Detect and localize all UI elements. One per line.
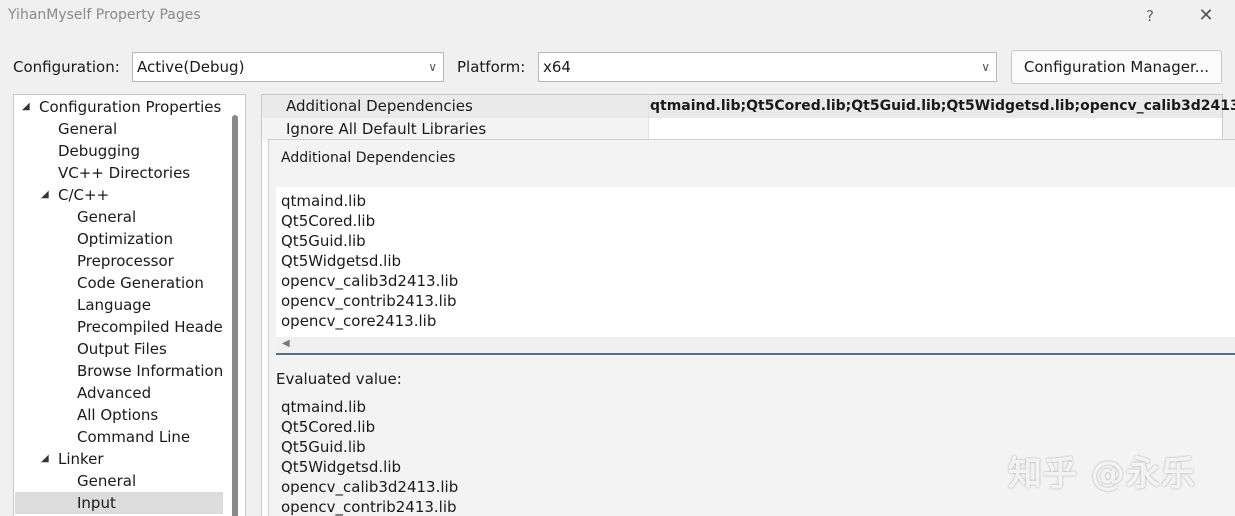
tree-item-label: Precompiled Heade bbox=[77, 318, 223, 336]
tree-item-language[interactable]: Language bbox=[77, 294, 245, 316]
dependency-line[interactable]: Qt5Guid.lib bbox=[281, 231, 366, 251]
property-name: Additional Dependencies bbox=[286, 97, 473, 115]
configuration-dropdown[interactable]: Active(Debug) ∨ bbox=[132, 52, 444, 82]
configuration-value: Active(Debug) bbox=[137, 58, 245, 76]
configuration-manager-button[interactable]: Configuration Manager... bbox=[1011, 50, 1222, 84]
tree-item-label: Browse Information bbox=[77, 362, 224, 380]
chevron-down-icon: ∨ bbox=[981, 60, 990, 74]
tree-item-label: Code Generation bbox=[77, 274, 204, 292]
tree-item-cpp[interactable]: ◢ C/C++ bbox=[14, 184, 222, 206]
tree-item-linker-general[interactable]: General bbox=[77, 470, 245, 492]
tree-item-label: Output Files bbox=[77, 340, 167, 358]
tree-item-preprocessor[interactable]: Preprocessor bbox=[77, 250, 245, 272]
dependency-line[interactable]: Qt5Cored.lib bbox=[281, 211, 375, 231]
tree-item-advanced[interactable]: Advanced bbox=[77, 382, 245, 404]
tree-item-label: Language bbox=[77, 296, 152, 314]
tree-item-label: Configuration Properties bbox=[39, 98, 222, 116]
configuration-row: Configuration: Active(Debug) ∨ Platform:… bbox=[0, 50, 1235, 84]
tree-item-label: General bbox=[77, 472, 137, 490]
tree-item-code-generation[interactable]: Code Generation bbox=[77, 272, 245, 294]
evaluated-line: Qt5Guid.lib bbox=[281, 438, 366, 456]
tree-item-vc-directories[interactable]: VC++ Directories bbox=[58, 162, 245, 184]
platform-dropdown[interactable]: x64 ∨ bbox=[538, 52, 997, 82]
tree-item-optimization[interactable]: Optimization bbox=[77, 228, 245, 250]
zhihu-watermark: 知乎 @永乐 bbox=[1008, 454, 1196, 494]
tree-item-label: VC++ Directories bbox=[58, 164, 191, 182]
tree-scrollbar[interactable] bbox=[232, 115, 238, 516]
window-title: YihanMyself Property Pages bbox=[8, 7, 201, 23]
tree-item-debugging[interactable]: Debugging bbox=[58, 140, 245, 162]
property-tree: ◢ Configuration Properties General Debug… bbox=[13, 94, 246, 516]
chevron-down-icon: ∨ bbox=[428, 60, 437, 74]
property-row-ignore-default-libraries[interactable]: Ignore All Default Libraries bbox=[262, 118, 648, 141]
evaluated-line: qtmaind.lib bbox=[281, 398, 367, 416]
horizontal-scrollbar[interactable]: ◀ bbox=[276, 337, 1235, 353]
dependency-line[interactable]: Qt5Widgetsd.lib bbox=[281, 251, 401, 271]
evaluated-line: opencv_contrib2413.lib bbox=[281, 498, 457, 516]
tree-item-label: All Options bbox=[77, 406, 159, 424]
evaluated-line: Qt5Cored.lib bbox=[281, 418, 376, 436]
expanded-triangle-icon[interactable]: ◢ bbox=[41, 184, 49, 206]
tree-item-configuration-properties[interactable]: ◢ Configuration Properties bbox=[14, 96, 222, 118]
tree-item-linker-input[interactable]: Input bbox=[15, 492, 223, 514]
tree-item-cpp-general[interactable]: General bbox=[77, 206, 245, 228]
tree-item-label: Linker bbox=[58, 450, 104, 468]
tree-item-general[interactable]: General bbox=[58, 118, 245, 140]
help-button[interactable]: ? bbox=[1136, 4, 1164, 28]
dependency-line[interactable]: qtmaind.lib bbox=[281, 191, 366, 211]
tree-item-command-line[interactable]: Command Line bbox=[77, 426, 245, 448]
tree-item-label: General bbox=[58, 120, 118, 138]
tree-item-linker[interactable]: ◢ Linker bbox=[14, 448, 222, 470]
dependencies-edit-box[interactable]: qtmaind.lib Qt5Cored.lib Qt5Guid.lib Qt5… bbox=[276, 187, 1235, 355]
tree-item-output-files[interactable]: Output Files bbox=[77, 338, 245, 360]
tree-item-label: Advanced bbox=[77, 384, 152, 402]
tree-item-label: Debugging bbox=[58, 142, 141, 160]
tree-item-label: Optimization bbox=[77, 230, 173, 248]
expanded-triangle-icon[interactable]: ◢ bbox=[22, 96, 30, 118]
scroll-left-icon[interactable]: ◀ bbox=[282, 338, 290, 349]
tree-item-label: General bbox=[77, 208, 137, 226]
evaluated-line: opencv_calib3d2413.lib bbox=[281, 478, 459, 496]
tree-item-label: C/C++ bbox=[58, 186, 110, 204]
tree-item-browse-information[interactable]: Browse Information bbox=[77, 360, 245, 382]
expanded-triangle-icon[interactable]: ◢ bbox=[41, 448, 49, 470]
dependency-line[interactable]: opencv_core2413.lib bbox=[281, 311, 436, 331]
evaluated-line: Qt5Widgetsd.lib bbox=[281, 458, 402, 476]
tree-item-label: Command Line bbox=[77, 428, 191, 446]
title-bar: YihanMyself Property Pages ? ✕ bbox=[0, 0, 1235, 34]
evaluated-value-label: Evaluated value: bbox=[276, 370, 402, 388]
dialog-title: Additional Dependencies bbox=[281, 150, 456, 166]
close-button[interactable]: ✕ bbox=[1192, 4, 1220, 28]
platform-label: Platform: bbox=[457, 58, 526, 76]
tree-item-label: Input bbox=[77, 494, 116, 512]
dependency-line[interactable]: opencv_calib3d2413.lib bbox=[281, 271, 458, 291]
tree-item-precompiled-headers[interactable]: Precompiled Heade bbox=[77, 316, 224, 338]
tree-item-all-options[interactable]: All Options bbox=[77, 404, 245, 426]
dependency-line[interactable]: opencv_contrib2413.lib bbox=[281, 291, 457, 311]
property-row-additional-dependencies[interactable]: Additional Dependencies qtmaind.lib;Qt5C… bbox=[262, 95, 1235, 118]
property-value[interactable]: qtmaind.lib;Qt5Cored.lib;Qt5Guid.lib;Qt5… bbox=[650, 95, 1235, 118]
tree-item-label: Preprocessor bbox=[77, 252, 174, 270]
column-separator bbox=[648, 95, 649, 141]
property-name: Ignore All Default Libraries bbox=[286, 120, 487, 138]
platform-value: x64 bbox=[543, 58, 571, 76]
configuration-label: Configuration: bbox=[13, 58, 120, 76]
